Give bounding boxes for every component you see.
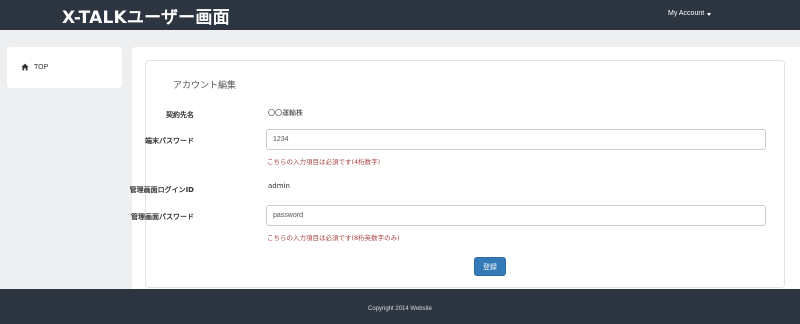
contract-name-value: 〇〇運輸株: [268, 109, 303, 117]
contract-name-label: 契約先名: [166, 111, 194, 119]
top-navbar: X-TALKユーザー画面 My Account: [0, 0, 800, 30]
terminal-password-help: こちらの入力項目は必須です(4桁数字): [267, 158, 381, 166]
sidebar: TOP: [7, 47, 122, 88]
panel-title: アカウント編集: [173, 81, 237, 91]
admin-password-help: こちらの入力項目は必須です(8桁英数字のみ): [267, 234, 400, 242]
footer: Copyright 2014 Website: [0, 289, 800, 324]
sidebar-item-top[interactable]: TOP: [21, 63, 48, 71]
terminal-password-label: 端末パスワード: [145, 137, 194, 145]
copyright-text: Copyright 2014 Website: [368, 306, 432, 312]
home-icon: [21, 63, 29, 71]
caret-down-icon: [707, 12, 712, 16]
admin-password-label: 管理画面パスワード: [131, 213, 194, 221]
admin-login-id-value: admin: [268, 182, 290, 190]
admin-login-id-label: 管理画面ログインID: [129, 186, 194, 194]
register-button[interactable]: 登録: [474, 257, 506, 276]
sidebar-item-label: TOP: [34, 63, 49, 71]
brand-title: X-TALKユーザー画面: [62, 8, 230, 28]
terminal-password-input[interactable]: [266, 129, 766, 150]
my-account-menu[interactable]: My Account: [668, 10, 712, 17]
admin-password-input[interactable]: [266, 205, 766, 226]
my-account-label: My Account: [668, 10, 705, 17]
account-edit-panel: [145, 60, 785, 288]
